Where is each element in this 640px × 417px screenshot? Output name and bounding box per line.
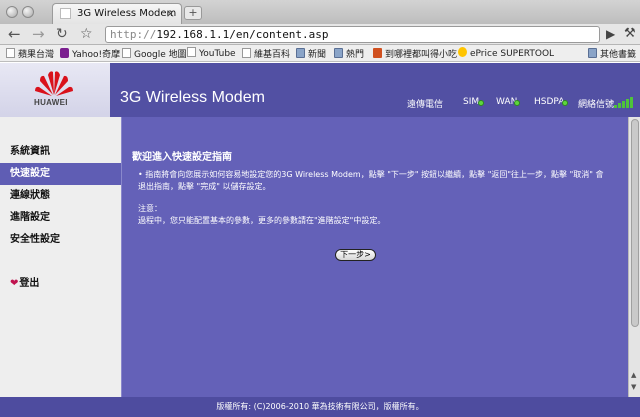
heart-icon: ❤: [10, 278, 19, 289]
close-window-icon[interactable]: [6, 6, 18, 18]
page-icon: [6, 48, 15, 58]
content-title: 歡迎進入快速設定指南: [132, 152, 232, 163]
scroll-up-arrow-icon[interactable]: ▲: [631, 371, 636, 379]
wizard-intro-text: • 指南將會向您展示如何容易地設定您的3G Wireless Modem，點擊 …: [138, 170, 604, 191]
sim-status-label: SIM: [463, 97, 480, 107]
note-text: 過程中，您只能配置基本的參數，更多的參數請在"進階設定"中設定。: [138, 216, 386, 225]
operator-name: 遠傳電信: [407, 100, 444, 110]
page-icon: [242, 48, 251, 58]
sim-status-indicator: [478, 100, 484, 106]
huawei-logo: HUAWEI: [0, 63, 110, 117]
page-footer: 版權所有: (C)2006-2010 華為技術有限公司，版權所有。: [0, 397, 640, 417]
signal-label: 網絡信號: [578, 100, 615, 110]
page-icon: [122, 48, 131, 58]
folder-icon: [334, 48, 343, 58]
bookmarks-bar: 蘋果台灣 Yahoo!奇摩 Google 地圖 YouTube 維基百科 新聞 …: [0, 45, 640, 62]
note-heading: 注意：: [138, 204, 162, 213]
new-tab-button[interactable]: +: [184, 6, 202, 20]
bookmark-google-maps[interactable]: Google 地圖: [122, 47, 187, 60]
sidebar-item-security-settings[interactable]: 安全性設定: [0, 229, 121, 251]
bookmark-apple-taiwan[interactable]: 蘋果台灣: [6, 47, 54, 60]
site-icon: [373, 48, 382, 58]
close-tab-icon[interactable]: ×: [166, 7, 175, 20]
scrollbar-thumb[interactable]: [631, 119, 639, 327]
sidebar-item-system-info[interactable]: 系統資訊: [0, 141, 121, 163]
bookmark-snacks[interactable]: 到哪裡都叫得小吃: [373, 47, 457, 60]
forward-arrow-icon[interactable]: →: [32, 25, 45, 43]
sidebar-item-connection-status[interactable]: 連線狀態: [0, 185, 121, 207]
page-menu-icon[interactable]: ▶: [606, 27, 615, 41]
reload-icon[interactable]: ↻: [56, 25, 68, 43]
wan-status-indicator: [514, 100, 520, 106]
bookmark-folder-hot[interactable]: 熱門: [334, 47, 364, 60]
next-step-button[interactable]: 下一步>: [335, 249, 376, 261]
wrench-icon[interactable]: ⚒: [624, 26, 636, 41]
eprice-icon: [458, 47, 467, 57]
address-bar-url: http://192.168.1.1/en/content.asp: [110, 28, 329, 41]
sidebar-item-advanced-settings[interactable]: 進階設定: [0, 207, 121, 229]
browser-tab[interactable]: 3G Wireless Modem ×: [52, 3, 182, 24]
browser-toolbar: ← → ↻ ☆ http://192.168.1.1/en/content.as…: [0, 24, 640, 45]
browser-tab-bar: 3G Wireless Modem × +: [0, 0, 640, 24]
tab-title: 3G Wireless Modem: [77, 8, 177, 19]
modem-web-page: HUAWEI 3G Wireless Modem 遠傳電信 SIM WAN HS…: [0, 63, 640, 417]
sidebar-nav: 系統資訊 快速設定 連線狀態 進階設定 安全性設定 ❤登出: [0, 117, 121, 397]
page-header: HUAWEI 3G Wireless Modem 遠傳電信 SIM WAN HS…: [0, 63, 640, 117]
page-title: 3G Wireless Modem: [120, 89, 265, 106]
page-icon: [187, 47, 196, 57]
bookmark-folder-other[interactable]: 其他書籤: [588, 47, 636, 60]
main-content: 歡迎進入快速設定指南 • 指南將會向您展示如何容易地設定您的3G Wireles…: [121, 117, 628, 397]
hsdpa-status-label: HSDPA: [534, 97, 565, 107]
bookmark-star-icon[interactable]: ☆: [80, 25, 93, 43]
hsdpa-status-indicator: [562, 100, 568, 106]
logo-text: HUAWEI: [34, 98, 68, 107]
page-favicon-icon: [60, 8, 71, 19]
bookmark-folder-news[interactable]: 新聞: [296, 47, 326, 60]
back-arrow-icon[interactable]: ←: [8, 25, 21, 43]
folder-icon: [296, 48, 305, 58]
yahoo-icon: [60, 48, 69, 58]
bookmark-yahoo[interactable]: Yahoo!奇摩: [60, 47, 120, 60]
sidebar-item-quick-setup[interactable]: 快速設定: [0, 163, 121, 185]
page-scrollbar[interactable]: ▲ ▼: [628, 117, 640, 397]
bookmark-wikipedia[interactable]: 維基百科: [242, 47, 290, 60]
scroll-down-arrow-icon[interactable]: ▼: [631, 383, 636, 391]
minimize-window-icon[interactable]: [22, 6, 34, 18]
address-bar[interactable]: http://192.168.1.1/en/content.asp: [105, 26, 600, 43]
bookmark-youtube[interactable]: YouTube: [187, 47, 236, 60]
signal-strength-icon: [614, 96, 634, 108]
huawei-flower-icon: [35, 71, 73, 96]
folder-icon: [588, 48, 597, 58]
logout-link[interactable]: ❤登出: [10, 274, 39, 289]
bookmark-eprice[interactable]: ePrice SUPERTOOL: [458, 47, 554, 60]
